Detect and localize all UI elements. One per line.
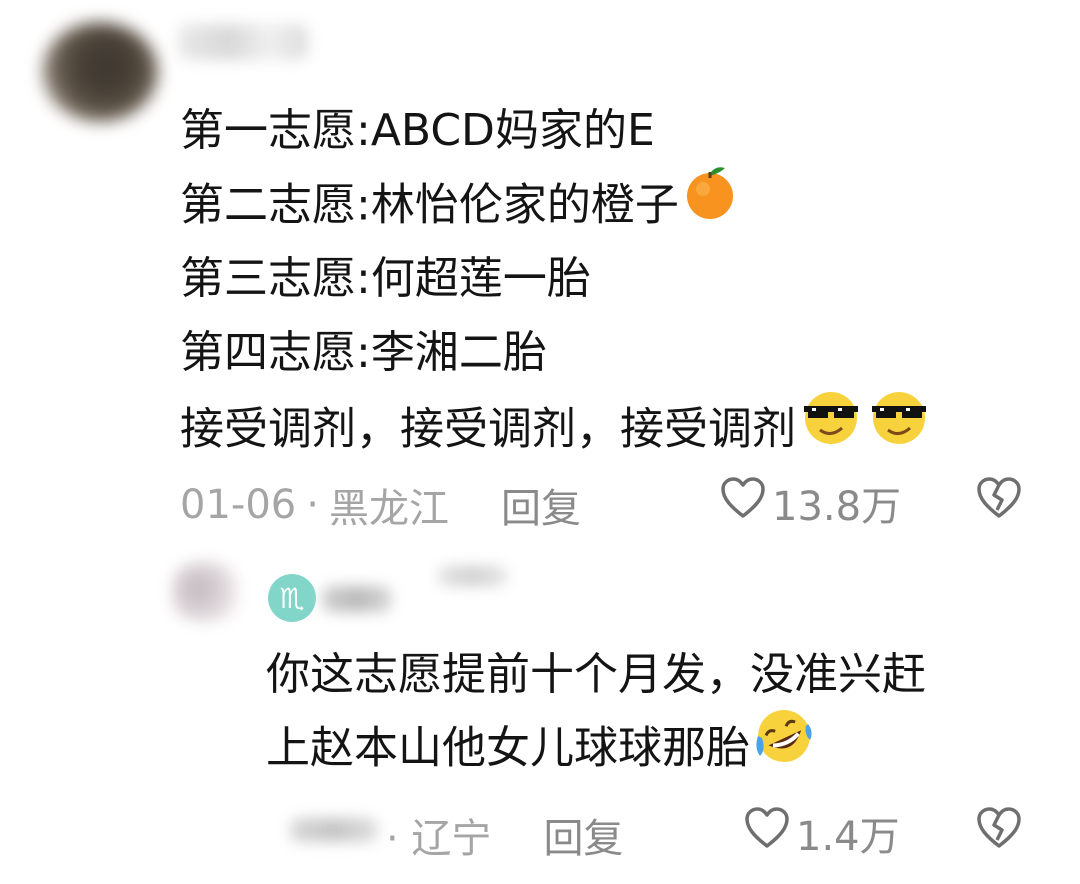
comment-location: 黑龙江 <box>328 486 449 532</box>
broken-heart-icon <box>976 477 1022 524</box>
comment-line: 你这志愿提前十个月发，没准兴赶 <box>266 649 926 700</box>
comment-line: 接受调剂，接受调剂，接受调剂 <box>180 390 932 464</box>
avatar[interactable] <box>172 562 238 622</box>
comment-line: 第三志愿:何超莲一胎 <box>180 253 591 304</box>
comment-location: · 辽宁 <box>386 816 492 862</box>
meta-separator: · <box>306 482 319 528</box>
reply-date-blurred <box>290 818 378 842</box>
username-blurred[interactable] <box>178 24 308 60</box>
comment-line: 上赵本山他女儿球球那胎 <box>266 710 926 780</box>
sunglasses-emoji-icon <box>798 386 864 469</box>
reply-button[interactable]: 回复 <box>501 476 581 534</box>
dislike-button[interactable] <box>976 476 1022 524</box>
sunglasses-emoji-icon <box>866 386 932 469</box>
comment-line: 第四志愿:李湘二胎 <box>180 327 547 378</box>
comment-date: 01-06 <box>180 482 297 528</box>
broken-heart-icon <box>976 807 1022 854</box>
comment-body: 第一志愿:ABCD妈家的E 第二志愿:林怡伦家的橙子 第三志愿:何超莲一胎 第四… <box>180 94 932 464</box>
rofl-emoji-icon <box>752 706 816 787</box>
comment-line: 第二志愿:林怡伦家的橙子 <box>180 167 932 242</box>
reply-button[interactable]: 回复 <box>543 806 623 864</box>
dislike-button[interactable] <box>976 806 1022 854</box>
comment-meta: 01-06 · 黑龙江 回复 <box>180 476 581 534</box>
username-blurred <box>438 566 508 586</box>
zodiac-badge-icon: ♏ <box>268 574 316 622</box>
orange-emoji-icon <box>681 164 739 243</box>
username-blurred[interactable] <box>322 586 392 612</box>
comment-line: 第一志愿:ABCD妈家的E <box>180 105 655 156</box>
like-button[interactable]: 1.4万 <box>744 804 900 862</box>
like-count: 1.4万 <box>796 814 900 860</box>
comment-body: 你这志愿提前十个月发，没准兴赶 上赵本山他女儿球球那胎 <box>266 640 926 780</box>
avatar[interactable] <box>42 22 158 122</box>
comment-meta: · 辽宁 回复 <box>386 806 623 864</box>
like-button[interactable]: 13.8万 <box>720 474 901 532</box>
like-count: 13.8万 <box>772 484 902 530</box>
heart-outline-icon <box>744 806 790 860</box>
heart-outline-icon <box>720 476 766 530</box>
